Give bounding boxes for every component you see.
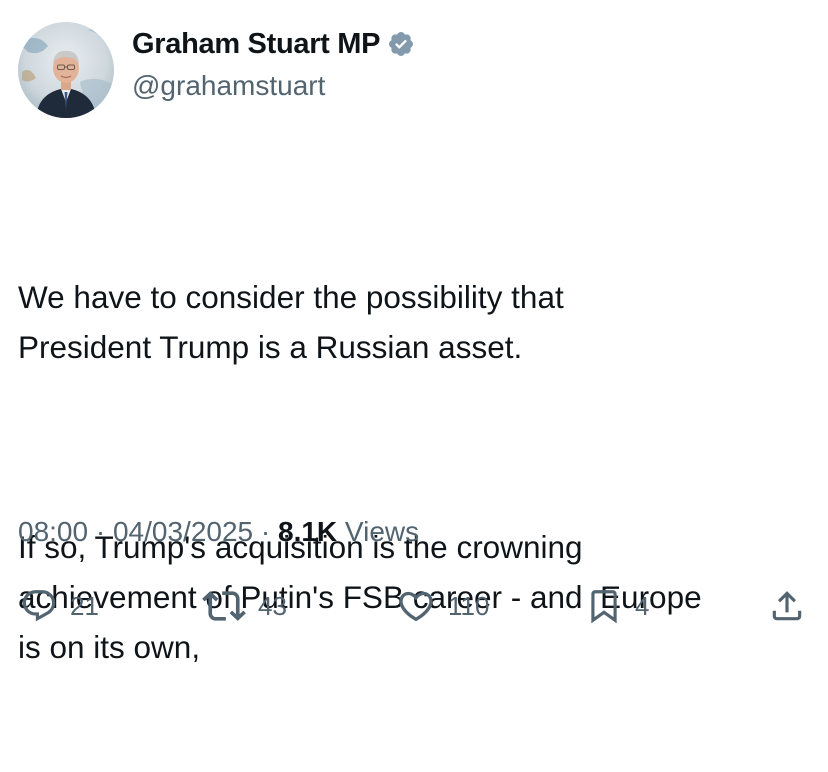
reply-button[interactable]: 21 (20, 583, 99, 629)
tweet-header: Graham Stuart MP @grahamstuart (18, 22, 415, 118)
views-count: 8.1K (278, 516, 338, 547)
tweet-card: Graham Stuart MP @grahamstuart We have t… (0, 0, 828, 665)
name-row: Graham Stuart MP (132, 26, 415, 62)
like-count: 110 (448, 590, 490, 621)
display-name[interactable]: Graham Stuart MP (132, 26, 381, 62)
meta-separator: · (253, 516, 278, 547)
avatar[interactable] (18, 22, 114, 118)
heart-icon (396, 586, 436, 626)
action-bar: 21 43 110 4 (0, 583, 828, 629)
avatar-image (18, 22, 114, 118)
reply-icon (20, 587, 58, 625)
like-button[interactable]: 110 (396, 583, 489, 629)
views-label: Views (337, 516, 420, 547)
bookmark-count: 4 (635, 590, 650, 621)
share-button[interactable] (768, 583, 806, 629)
verified-badge-icon[interactable] (387, 30, 415, 58)
tweet-time[interactable]: 08:00 (18, 516, 88, 547)
retweet-button[interactable]: 43 (202, 583, 287, 629)
retweet-count: 43 (258, 590, 287, 621)
bookmark-button[interactable]: 4 (585, 583, 649, 629)
bookmark-icon (585, 587, 623, 625)
meta-separator: · (88, 516, 113, 547)
reply-count: 21 (70, 590, 99, 621)
tweet-meta: 08:00 · 04/03/2025 · 8.1K Views (18, 512, 419, 552)
author-names: Graham Stuart MP @grahamstuart (132, 26, 415, 104)
tweet-date[interactable]: 04/03/2025 (113, 516, 253, 547)
tweet-text: We have to consider the possibility that… (18, 172, 808, 772)
handle[interactable]: @grahamstuart (132, 68, 415, 104)
retweet-icon (202, 584, 246, 628)
share-icon (768, 587, 806, 625)
tweet-paragraph: We have to consider the possibility that… (18, 279, 564, 365)
